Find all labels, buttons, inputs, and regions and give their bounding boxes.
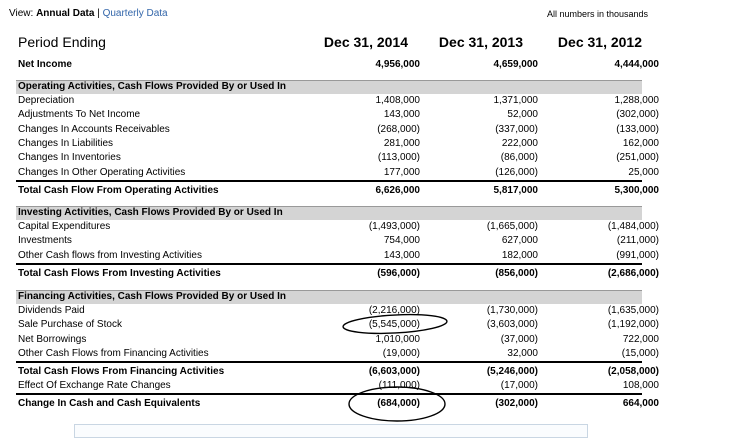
annotation-ellipse (348, 386, 446, 422)
annotation-overlay (342, 313, 448, 422)
annotation-ellipse (342, 313, 448, 335)
